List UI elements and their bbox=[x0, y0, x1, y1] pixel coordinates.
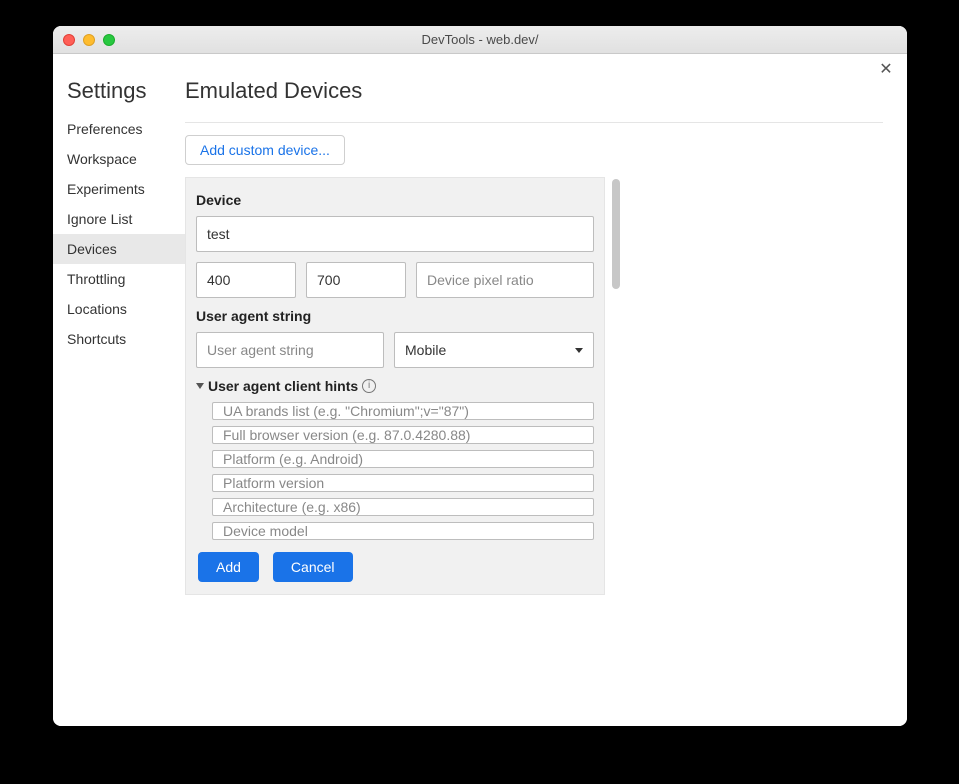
content: Settings Preferences Workspace Experimen… bbox=[53, 54, 907, 726]
device-section-label: Device bbox=[196, 192, 594, 208]
sidebar-item-label: Ignore List bbox=[67, 211, 132, 227]
cancel-button[interactable]: Cancel bbox=[273, 552, 353, 582]
triangle-down-icon bbox=[196, 383, 204, 389]
sidebar-item-label: Workspace bbox=[67, 151, 137, 167]
window-title: DevTools - web.dev/ bbox=[53, 32, 907, 47]
sidebar-item-devices[interactable]: Devices bbox=[53, 234, 185, 264]
sidebar-item-experiments[interactable]: Experiments bbox=[53, 174, 185, 204]
sidebar-item-label: Locations bbox=[67, 301, 127, 317]
user-agent-type-select[interactable]: Mobile bbox=[394, 332, 594, 368]
input-placeholder: Architecture (e.g. x86) bbox=[223, 499, 361, 515]
scrollbar-thumb[interactable] bbox=[612, 179, 620, 289]
platform-input[interactable]: Platform (e.g. Android) bbox=[212, 450, 594, 468]
settings-title: Settings bbox=[53, 78, 185, 114]
sidebar-item-label: Shortcuts bbox=[67, 331, 126, 347]
add-custom-device-button[interactable]: Add custom device... bbox=[185, 135, 345, 165]
input-placeholder: Full browser version (e.g. 87.0.4280.88) bbox=[223, 427, 470, 443]
button-label: Add custom device... bbox=[200, 142, 330, 158]
device-pixel-ratio-input[interactable]: Device pixel ratio bbox=[416, 262, 594, 298]
select-value: Mobile bbox=[405, 342, 446, 358]
input-value: test bbox=[207, 226, 230, 242]
input-placeholder: Device pixel ratio bbox=[427, 272, 534, 288]
sidebar-item-label: Preferences bbox=[67, 121, 142, 137]
sidebar-item-locations[interactable]: Locations bbox=[53, 294, 185, 324]
full-browser-version-input[interactable]: Full browser version (e.g. 87.0.4280.88) bbox=[212, 426, 594, 444]
chevron-down-icon bbox=[575, 348, 583, 353]
settings-sidebar: Settings Preferences Workspace Experimen… bbox=[53, 54, 185, 726]
traffic-lights bbox=[63, 34, 115, 46]
sidebar-item-ignore-list[interactable]: Ignore List bbox=[53, 204, 185, 234]
device-editor-panel: Device test 400 700 bbox=[185, 177, 605, 595]
client-hints-disclosure[interactable]: User agent client hints i bbox=[196, 378, 594, 394]
input-value: 700 bbox=[317, 272, 340, 288]
page-title: Emulated Devices bbox=[185, 78, 883, 104]
device-width-input[interactable]: 400 bbox=[196, 262, 296, 298]
sidebar-item-preferences[interactable]: Preferences bbox=[53, 114, 185, 144]
add-button[interactable]: Add bbox=[198, 552, 259, 582]
sidebar-item-workspace[interactable]: Workspace bbox=[53, 144, 185, 174]
platform-version-input[interactable]: Platform version bbox=[212, 474, 594, 492]
input-placeholder: Device model bbox=[223, 523, 308, 539]
app-window: DevTools - web.dev/ Settings Preferences… bbox=[53, 26, 907, 726]
client-hints-label: User agent client hints bbox=[208, 378, 358, 394]
sidebar-item-label: Throttling bbox=[67, 271, 125, 287]
device-name-input[interactable]: test bbox=[196, 216, 594, 252]
user-agent-string-input[interactable]: User agent string bbox=[196, 332, 384, 368]
scrollbar[interactable] bbox=[609, 177, 623, 595]
maximize-window-icon[interactable] bbox=[103, 34, 115, 46]
sidebar-item-label: Experiments bbox=[67, 181, 145, 197]
info-icon[interactable]: i bbox=[362, 379, 376, 393]
input-placeholder: UA brands list (e.g. "Chromium";v="87") bbox=[223, 403, 469, 419]
button-label: Add bbox=[216, 559, 241, 575]
divider bbox=[185, 122, 883, 123]
ua-section-label: User agent string bbox=[196, 308, 594, 324]
input-placeholder: Platform version bbox=[223, 475, 324, 491]
device-model-input[interactable]: Device model bbox=[212, 522, 594, 540]
sidebar-item-shortcuts[interactable]: Shortcuts bbox=[53, 324, 185, 354]
input-placeholder: Platform (e.g. Android) bbox=[223, 451, 363, 467]
input-placeholder: User agent string bbox=[207, 342, 314, 358]
device-height-input[interactable]: 700 bbox=[306, 262, 406, 298]
sidebar-item-label: Devices bbox=[67, 241, 117, 257]
device-editor-wrapper: Device test 400 700 bbox=[185, 177, 883, 595]
close-window-icon[interactable] bbox=[63, 34, 75, 46]
main-area: ✕ Emulated Devices Add custom device... … bbox=[185, 54, 907, 726]
close-icon[interactable]: ✕ bbox=[877, 62, 895, 80]
input-value: 400 bbox=[207, 272, 230, 288]
button-label: Cancel bbox=[291, 559, 335, 575]
client-hints-fields: UA brands list (e.g. "Chromium";v="87") … bbox=[196, 402, 594, 540]
sidebar-item-throttling[interactable]: Throttling bbox=[53, 264, 185, 294]
minimize-window-icon[interactable] bbox=[83, 34, 95, 46]
titlebar: DevTools - web.dev/ bbox=[53, 26, 907, 54]
button-row: Add Cancel bbox=[198, 552, 594, 582]
architecture-input[interactable]: Architecture (e.g. x86) bbox=[212, 498, 594, 516]
ua-brands-input[interactable]: UA brands list (e.g. "Chromium";v="87") bbox=[212, 402, 594, 420]
